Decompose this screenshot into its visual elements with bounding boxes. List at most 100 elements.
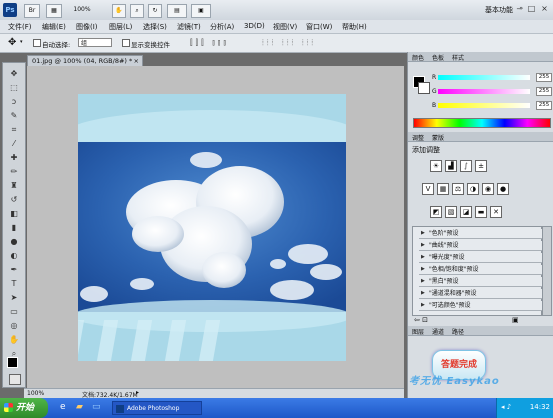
marquee-tool-icon[interactable]: ⬚ xyxy=(8,83,20,92)
workspace-switcher[interactable]: 基本功能 xyxy=(485,5,513,15)
invert-icon[interactable]: ◩ xyxy=(430,206,442,218)
menu-3d[interactable]: 3D(D) xyxy=(244,22,265,30)
color-balance-icon[interactable]: ⚖ xyxy=(452,183,464,195)
tab-swatches[interactable]: 色板 xyxy=(432,53,444,62)
preset-exposure[interactable]: "曝光度"预设 xyxy=(419,253,549,263)
align-buttons-icon[interactable]: ⫿⫿⫿ ⫾⫾⫾ xyxy=(190,38,229,48)
status-zoom[interactable]: 100% xyxy=(27,390,44,397)
brush-tool-icon[interactable]: ✏ xyxy=(8,167,20,176)
posterize-icon[interactable]: ▧ xyxy=(445,206,457,218)
eyedropper-tool-icon[interactable]: ⁄ xyxy=(8,139,20,148)
stamp-tool-icon[interactable]: ♜ xyxy=(8,181,20,190)
screen-mode-icon[interactable]: ▣ xyxy=(191,4,211,18)
channel-mixer-icon[interactable]: ● xyxy=(497,183,509,195)
menu-analysis[interactable]: 分析(A) xyxy=(210,22,234,32)
menu-edit[interactable]: 编辑(E) xyxy=(42,22,66,32)
menu-filter[interactable]: 滤镜(T) xyxy=(177,22,201,32)
hand-tool-icon[interactable]: ✋ xyxy=(8,335,20,344)
tab-layers[interactable]: 图层 xyxy=(412,327,424,336)
desktop-icon[interactable]: ▭ xyxy=(92,402,101,412)
rotate-view-icon[interactable]: ↻ xyxy=(148,4,162,18)
quick-select-tool-icon[interactable]: ✎ xyxy=(8,111,20,120)
levels-icon[interactable]: ▟ xyxy=(445,160,457,172)
3d-rotate-icon[interactable]: ◎ xyxy=(8,321,20,330)
dodge-tool-icon[interactable]: ◐ xyxy=(8,251,20,260)
folder-icon[interactable]: ▰ xyxy=(76,402,83,412)
gradient-tool-icon[interactable]: ▮ xyxy=(8,223,20,232)
path-select-icon[interactable]: ➤ xyxy=(8,293,20,302)
menu-view[interactable]: 视图(V) xyxy=(273,22,297,32)
tab-channels[interactable]: 通道 xyxy=(432,327,444,336)
menu-image[interactable]: 图像(I) xyxy=(76,22,98,32)
foreground-color-swatch[interactable] xyxy=(7,357,18,368)
hue-saturation-icon[interactable]: ▦ xyxy=(437,183,449,195)
preset-levels[interactable]: "色阶"预设 xyxy=(419,229,549,239)
red-slider[interactable] xyxy=(438,75,530,80)
exposure-icon[interactable]: ± xyxy=(475,160,487,172)
show-transform-checkbox[interactable] xyxy=(122,39,130,47)
distribute-buttons-icon[interactable]: ⦙⦙⦙ ⦙⦙⦙ ⦙⦙⦙ xyxy=(262,38,316,48)
clip-icon[interactable]: ⇦ ⊡ xyxy=(414,316,428,324)
menu-help[interactable]: 帮助(H) xyxy=(342,22,367,32)
blur-tool-icon[interactable]: ● xyxy=(8,237,20,246)
tray-icons[interactable]: ◂ ♪ xyxy=(501,403,511,411)
move-tool-icon[interactable]: ✥ xyxy=(8,37,16,48)
preset-selective-color[interactable]: "可选颜色"预设 xyxy=(419,301,549,311)
bridge-button[interactable]: Br xyxy=(24,4,40,18)
preset-channel-mixer[interactable]: "通道混和器"预设 xyxy=(419,289,549,299)
tab-masks[interactable]: 蒙版 xyxy=(432,133,444,142)
ie-icon[interactable]: e xyxy=(60,402,66,412)
menu-window[interactable]: 窗口(W) xyxy=(306,22,332,32)
status-menu-icon[interactable]: ▸ xyxy=(136,389,139,396)
auto-select-checkbox[interactable] xyxy=(33,39,41,47)
blue-value-field[interactable]: 255 xyxy=(536,101,552,110)
red-value-field[interactable]: 255 xyxy=(536,73,552,82)
black-white-icon[interactable]: ◑ xyxy=(467,183,479,195)
close-button[interactable]: × xyxy=(539,4,550,14)
eraser-tool-icon[interactable]: ◧ xyxy=(8,209,20,218)
history-brush-icon[interactable]: ↺ xyxy=(8,195,20,204)
hand-tool-icon[interactable]: ✋ xyxy=(112,4,126,18)
document-image[interactable] xyxy=(78,94,346,361)
start-button[interactable]: 开始 xyxy=(0,398,48,418)
preset-black-white[interactable]: "黑白"预设 xyxy=(419,277,549,287)
move-tool-icon[interactable]: ✥ xyxy=(8,69,20,78)
minimize-button[interactable]: – xyxy=(513,4,524,14)
type-tool-icon[interactable]: T xyxy=(8,279,20,288)
mini-bridge-icon[interactable]: ▦ xyxy=(46,4,62,18)
blue-slider[interactable] xyxy=(438,103,530,108)
taskbar-photoshop[interactable]: Adobe Photoshop xyxy=(112,401,202,415)
curves-icon[interactable]: ∫ xyxy=(460,160,472,172)
trash-icon[interactable]: ▣ xyxy=(512,316,519,324)
crop-tool-icon[interactable]: ⌗ xyxy=(8,125,20,134)
tab-color[interactable]: 颜色 xyxy=(412,53,424,62)
gradient-map-icon[interactable]: ▬ xyxy=(475,206,487,218)
lasso-tool-icon[interactable]: ↄ xyxy=(8,97,20,106)
zoom-level[interactable]: 100% xyxy=(70,4,94,16)
selective-color-icon[interactable]: ✕ xyxy=(490,206,502,218)
preset-curves[interactable]: "曲线"预设 xyxy=(419,241,549,251)
green-slider[interactable] xyxy=(438,89,530,94)
menu-layer[interactable]: 图层(L) xyxy=(109,22,132,32)
quick-mask-icon[interactable] xyxy=(9,374,21,385)
preset-hue-saturation[interactable]: "色相/饱和度"预设 xyxy=(419,265,549,275)
maximize-button[interactable]: □ xyxy=(526,4,537,14)
color-spectrum-bar[interactable] xyxy=(413,118,551,128)
threshold-icon[interactable]: ◪ xyxy=(460,206,472,218)
presets-scrollbar[interactable] xyxy=(542,226,552,316)
pen-tool-icon[interactable]: ✒ xyxy=(8,265,20,274)
auto-select-dropdown[interactable]: 组 xyxy=(78,38,112,47)
zoom-tool-icon[interactable]: ⌕ xyxy=(130,4,144,18)
tab-paths[interactable]: 路径 xyxy=(452,327,464,336)
green-value-field[interactable]: 255 xyxy=(536,87,552,96)
photo-filter-icon[interactable]: ◉ xyxy=(482,183,494,195)
brightness-icon[interactable]: ☀ xyxy=(430,160,442,172)
background-color-swatch[interactable] xyxy=(418,82,430,94)
menu-file[interactable]: 文件(F) xyxy=(8,22,32,32)
shape-tool-icon[interactable]: ▭ xyxy=(8,307,20,316)
tab-styles[interactable]: 样式 xyxy=(452,53,464,62)
menu-select[interactable]: 选择(S) xyxy=(143,22,167,32)
arrange-documents-icon[interactable]: ▤ xyxy=(167,4,187,18)
vibrance-icon[interactable]: V xyxy=(422,183,434,195)
healing-brush-icon[interactable]: ✚ xyxy=(8,153,20,162)
